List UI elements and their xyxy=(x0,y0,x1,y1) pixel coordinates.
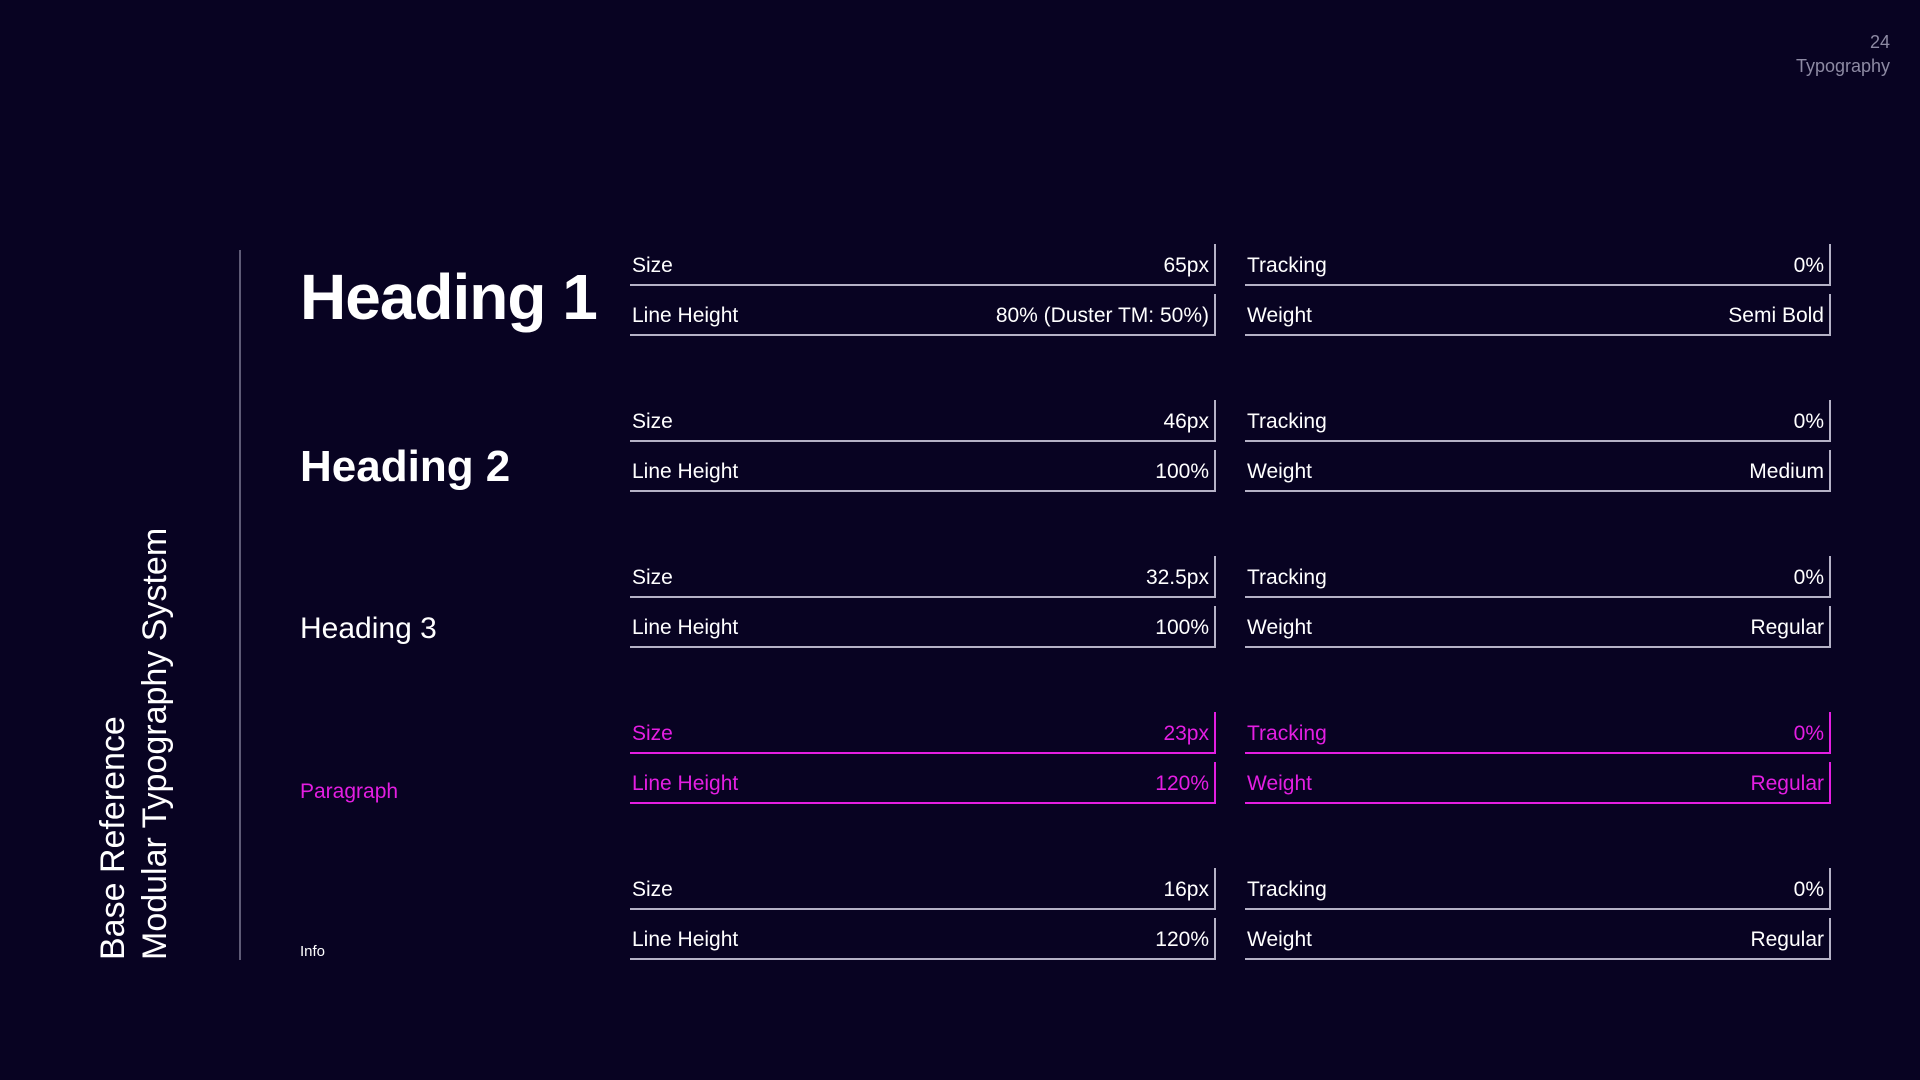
spec-key: Line Height xyxy=(632,772,739,795)
spec-weight-heading-1: Weight Semi Bold xyxy=(1245,294,1831,336)
section-title: Typography xyxy=(1795,56,1890,76)
spec-value: 0% xyxy=(1793,410,1824,433)
spec-size-heading-1: Size 65px xyxy=(630,244,1216,286)
spec-line-height-heading-3: Line Height 100% xyxy=(630,606,1216,648)
spec-weight-heading-3: Weight Regular xyxy=(1245,606,1831,648)
spec-key: Tracking xyxy=(1247,410,1327,433)
vertical-divider xyxy=(239,250,241,960)
spec-value: 65px xyxy=(1163,254,1209,277)
style-label-heading-3: Heading 3 xyxy=(300,612,437,645)
spec-key: Line Height xyxy=(632,616,739,639)
spec-key: Tracking xyxy=(1247,878,1327,901)
spec-tracking-heading-1: Tracking 0% xyxy=(1245,244,1831,286)
spec-key: Size xyxy=(632,566,673,589)
spec-value: Regular xyxy=(1750,616,1824,639)
spec-size-heading-3: Size 32.5px xyxy=(630,556,1216,598)
style-label-heading-2: Heading 2 xyxy=(300,442,511,491)
side-title: Base Reference Modular Typography System xyxy=(92,528,176,960)
spec-size-heading-2: Size 46px xyxy=(630,400,1216,442)
spec-value: 32.5px xyxy=(1145,566,1209,589)
spec-line-height-heading-2: Line Height 100% xyxy=(630,450,1216,492)
spec-key: Weight xyxy=(1247,304,1312,327)
spec-key: Size xyxy=(632,410,673,433)
spec-value: 0% xyxy=(1793,254,1824,277)
spec-line-height-info: Line Height 120% xyxy=(630,918,1216,960)
spec-weight-info: Weight Regular xyxy=(1245,918,1831,960)
spec-size-paragraph: Size 23px xyxy=(630,712,1216,754)
spec-key: Tracking xyxy=(1247,566,1327,589)
spec-value: Semi Bold xyxy=(1728,304,1824,327)
style-label-heading-1: Heading 1 xyxy=(300,261,598,333)
spec-key: Line Height xyxy=(632,928,739,951)
spec-value: Regular xyxy=(1750,928,1824,951)
spec-value: 23px xyxy=(1163,722,1209,745)
spec-key: Size xyxy=(632,878,673,901)
typography-slide: 24 Typography Base Reference Modular Typ… xyxy=(0,0,1920,1080)
spec-key: Weight xyxy=(1247,460,1312,483)
spec-key: Tracking xyxy=(1247,722,1327,745)
spec-value: 100% xyxy=(1155,616,1209,639)
spec-value: 46px xyxy=(1163,410,1209,433)
style-label-info: Info xyxy=(300,943,326,960)
spec-weight-paragraph: Weight Regular xyxy=(1245,762,1831,804)
spec-value: Medium xyxy=(1749,460,1824,483)
spec-key: Size xyxy=(632,254,673,277)
spec-value: 0% xyxy=(1793,566,1824,589)
spec-tracking-info: Tracking 0% xyxy=(1245,868,1831,910)
spec-key: Tracking xyxy=(1247,254,1327,277)
slide-header: 24 Typography xyxy=(1796,30,1890,78)
spec-key: Size xyxy=(632,722,673,745)
page-number: 24 xyxy=(1869,32,1890,52)
spec-value: 120% xyxy=(1155,772,1209,795)
spec-key: Weight xyxy=(1247,928,1312,951)
spec-value: Regular xyxy=(1750,772,1824,795)
spec-weight-heading-2: Weight Medium xyxy=(1245,450,1831,492)
spec-key: Weight xyxy=(1247,772,1312,795)
spec-value: 80% (Duster TM: 50%) xyxy=(995,304,1209,327)
spec-value: 0% xyxy=(1793,722,1824,745)
spec-value: 0% xyxy=(1793,878,1824,901)
spec-key: Line Height xyxy=(632,304,739,327)
side-title-line-2: Modular Typography System xyxy=(136,527,174,960)
spec-key: Line Height xyxy=(632,460,739,483)
spec-size-info: Size 16px xyxy=(630,868,1216,910)
spec-value: 16px xyxy=(1163,878,1209,901)
spec-key: Weight xyxy=(1247,616,1312,639)
spec-value: 120% xyxy=(1155,928,1209,951)
spec-value: 100% xyxy=(1155,460,1209,483)
spec-tracking-paragraph: Tracking 0% xyxy=(1245,712,1831,754)
spec-tracking-heading-3: Tracking 0% xyxy=(1245,556,1831,598)
spec-tracking-heading-2: Tracking 0% xyxy=(1245,400,1831,442)
spec-line-height-heading-1: Line Height 80% (Duster TM: 50%) xyxy=(630,294,1216,336)
style-label-paragraph: Paragraph xyxy=(300,780,399,803)
side-title-line-1: Base Reference xyxy=(94,716,132,960)
spec-line-height-paragraph: Line Height 120% xyxy=(630,762,1216,804)
